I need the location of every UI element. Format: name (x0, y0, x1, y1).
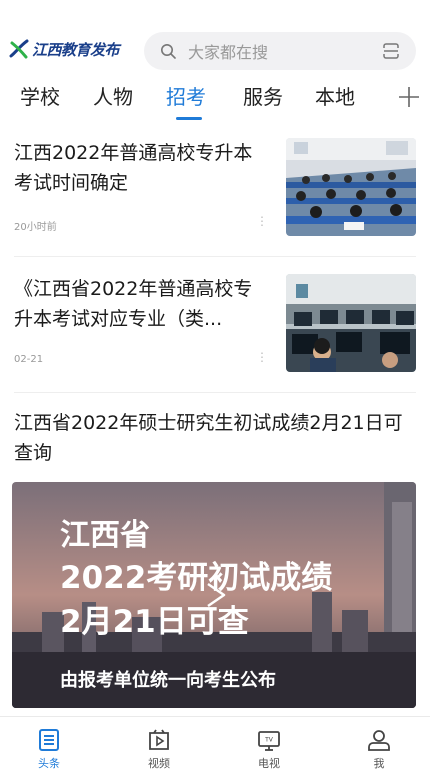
play-icon[interactable] (200, 580, 230, 610)
news-item[interactable]: 《江西省2022年普通高校专升本考试对应专业（类... 02-21 ⋮ (14, 274, 416, 374)
logo-mark-icon (9, 39, 29, 59)
tv-icon: TV (258, 731, 280, 751)
tab-local[interactable]: 本地 (315, 80, 355, 122)
news-title: 江西省2022年硕士研究生初试成绩2月21日可查询 (14, 412, 403, 464)
tab-people[interactable]: 人物 (93, 80, 133, 122)
profile-icon (368, 730, 390, 751)
app-header: 江西教育发布 (0, 0, 430, 78)
video-player[interactable]: 江西省 2022考研初试成绩 2月21日可查 由报考单位统一向考生公布 (12, 482, 416, 708)
bottom-navigation: 头条 视频 TV 电视 我 (0, 716, 430, 784)
video-title-line2: 2022考研初试成绩 (60, 560, 333, 596)
svg-text:TV: TV (264, 737, 274, 744)
nav-headline[interactable]: 头条 (19, 727, 79, 771)
nav-label: 我 (373, 757, 385, 770)
news-thumbnail (286, 274, 416, 372)
nav-video[interactable]: 视频 (129, 727, 189, 771)
search-input[interactable] (186, 32, 370, 72)
nav-profile[interactable]: 我 (349, 727, 409, 771)
tab-admission[interactable]: 招考 (166, 80, 206, 122)
news-time: 20小时前 (14, 222, 57, 233)
plus-icon[interactable] (396, 84, 422, 110)
nav-label: 视频 (148, 757, 170, 770)
more-options-icon[interactable]: ⋮ (256, 214, 268, 228)
news-time: 02-21 (14, 354, 44, 365)
video-icon (149, 729, 169, 750)
category-tabs: 学校 人物 招考 服务 本地 (0, 80, 430, 122)
search-bar[interactable] (144, 32, 416, 72)
video-title-line1: 江西省 (60, 518, 150, 553)
nav-label: 头条 (38, 757, 60, 770)
search-icon (161, 44, 176, 59)
tab-school[interactable]: 学校 (20, 80, 60, 122)
news-item[interactable]: 江西省2022年硕士研究生初试成绩2月21日可查询 (14, 408, 416, 468)
divider (14, 256, 416, 257)
divider (14, 392, 416, 393)
news-thumbnail (286, 138, 416, 236)
scan-icon[interactable] (382, 42, 400, 60)
news-title: 江西2022年普通高校专升本考试时间确定 (14, 142, 253, 194)
news-title: 《江西省2022年普通高校专升本考试对应专业（类... (14, 278, 253, 330)
logo-text: 江西教育发布 (32, 40, 120, 59)
app-logo[interactable]: 江西教育发布 (8, 34, 120, 64)
tab-service[interactable]: 服务 (243, 80, 283, 122)
more-options-icon[interactable]: ⋮ (256, 350, 268, 364)
video-caption: 由报考单位统一向考生公布 (60, 670, 276, 691)
news-item[interactable]: 江西2022年普通高校专升本考试时间确定 20小时前 ⋮ (14, 138, 416, 238)
headline-icon (39, 729, 59, 751)
active-tab-indicator (176, 117, 202, 120)
nav-tv[interactable]: TV 电视 (239, 727, 299, 771)
nav-label: 电视 (258, 757, 280, 770)
